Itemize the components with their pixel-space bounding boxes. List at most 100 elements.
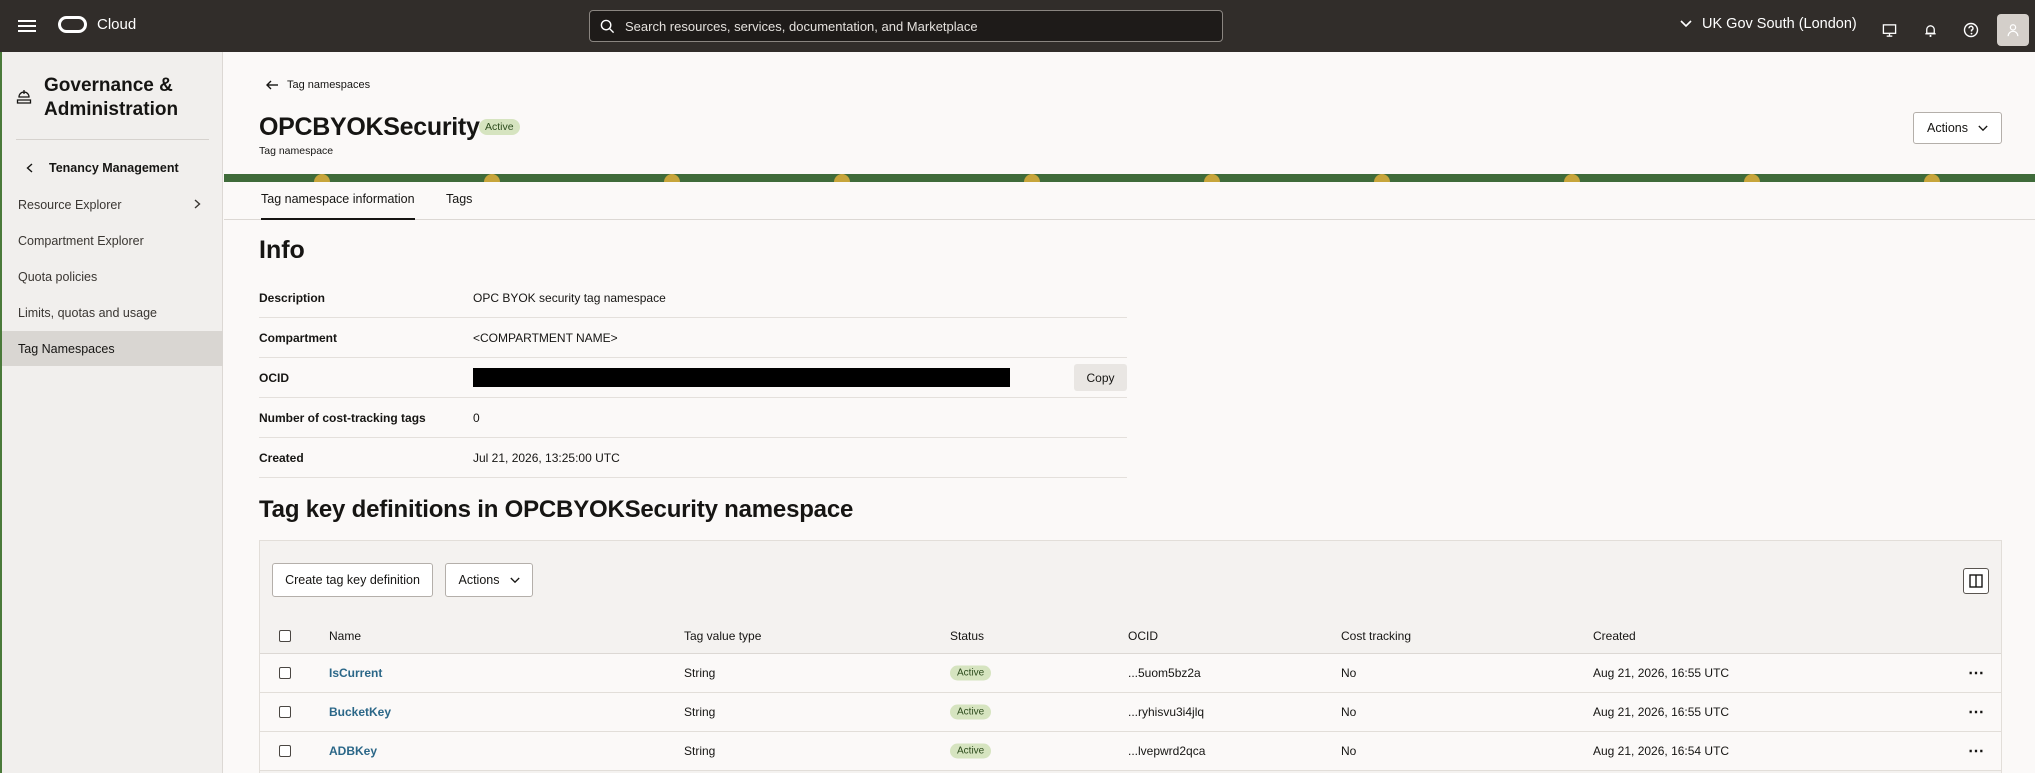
page-title: OPCBYOKSecurity (259, 113, 480, 141)
info-label: Created (259, 450, 304, 465)
info-value: Jul 21, 2026, 13:25:00 UTC (473, 450, 620, 465)
table-actions-button[interactable]: Actions (445, 563, 533, 597)
sidebar-item-label: Compartment Explorer (18, 233, 144, 248)
menu-icon[interactable] (18, 17, 36, 35)
row-checkbox[interactable] (279, 745, 291, 757)
sidebar: Governance & Administration Tenancy Mana… (0, 52, 223, 773)
sidebar-item-label: Limits, quotas and usage (18, 305, 157, 320)
cost-tracking-value: No (1341, 666, 1357, 680)
row-actions-icon[interactable]: ⋯ (1968, 663, 1985, 683)
chevron-right-icon (194, 199, 201, 209)
top-bar: Cloud UK Gov South (London) (0, 0, 2035, 52)
info-value: 0 (473, 410, 480, 425)
page-subtitle: Tag namespace (259, 145, 334, 157)
tag-key-name-link[interactable]: BucketKey (329, 705, 391, 719)
info-label: Compartment (259, 330, 338, 345)
tag-keys-title: Tag key definitions in OPCBYOKSecurity n… (259, 496, 854, 523)
tag-value-type: String (684, 666, 716, 680)
select-all-checkbox[interactable] (279, 630, 291, 642)
region-label: UK Gov South (London) (1702, 16, 1857, 32)
search-bar[interactable] (589, 10, 1223, 42)
row-actions-icon[interactable]: ⋯ (1968, 741, 1985, 761)
created-value: Aug 21, 2026, 16:54 UTC (1593, 744, 1730, 758)
tab-bar: Tag namespace information Tags (224, 182, 2035, 220)
status-badge: Active (950, 665, 992, 681)
sidebar-item-resource-explorer[interactable]: Resource Explorer (2, 187, 223, 222)
column-header-created[interactable]: Created (1593, 629, 1636, 643)
tag-value-type: String (684, 744, 716, 758)
cost-tracking-value: No (1341, 744, 1357, 758)
ocid-value: ...5uom5bz2a (1128, 666, 1201, 680)
sidebar-header: Governance & Administration (16, 74, 204, 122)
info-value: OPC BYOK security tag namespace (473, 290, 666, 305)
user-avatar-icon[interactable] (1997, 14, 2029, 46)
help-icon[interactable] (1960, 19, 1982, 41)
sidebar-item-limits-quotas[interactable]: Limits, quotas and usage (2, 295, 223, 330)
notifications-icon[interactable] (1919, 19, 1941, 41)
table-row: IsCurrent String Active ...5uom5bz2a No … (260, 654, 2001, 693)
brand-logo[interactable]: Cloud (58, 16, 136, 33)
sidebar-divider (16, 139, 209, 140)
main-content: Tag namespaces OPCBYOKSecurity Active Ta… (224, 52, 2035, 773)
info-row-created: Created Jul 21, 2026, 13:25:00 UTC (259, 438, 1127, 478)
row-checkbox[interactable] (279, 667, 291, 679)
table-header: Name Tag value type Status OCID Cost tra… (260, 619, 2001, 654)
chevron-down-icon (1680, 20, 1692, 28)
chevron-down-icon (509, 577, 520, 583)
columns-icon (1969, 574, 1983, 588)
info-label: Number of cost-tracking tags (259, 410, 426, 425)
column-header-status[interactable]: Status (950, 629, 984, 643)
info-title: Info (259, 236, 305, 264)
info-value: <COMPARTMENT NAME> (473, 330, 618, 345)
status-badge: Active (479, 119, 520, 135)
column-header-cost-tracking[interactable]: Cost tracking (1341, 629, 1411, 643)
status-badge: Active (950, 704, 992, 720)
tag-value-type: String (684, 705, 716, 719)
top-icons (1878, 14, 2029, 46)
info-label: Description (259, 290, 326, 305)
governance-icon (16, 90, 32, 104)
sidebar-item-label: Quota policies (18, 269, 98, 284)
actions-button[interactable]: Actions (1913, 112, 2002, 144)
table-row: ADBKey String Active ...lvepwrd2qca No A… (260, 732, 2001, 771)
sidebar-item-tag-namespaces[interactable]: Tag Namespaces (2, 331, 223, 366)
chevron-left-icon (26, 163, 33, 173)
tab-tag-namespace-information[interactable]: Tag namespace information (261, 192, 415, 220)
info-section: Info (259, 236, 305, 265)
ocid-value: ...ryhisvu3i4jlq (1128, 705, 1205, 719)
sidebar-item-label: Resource Explorer (18, 197, 122, 212)
tenancy-management-back[interactable]: Tenancy Management (26, 161, 179, 175)
copy-button[interactable]: Copy (1074, 364, 1127, 391)
ocid-value: ...lvepwrd2qca (1128, 744, 1206, 758)
decorative-banner (224, 174, 2035, 182)
breadcrumb-label: Tag namespaces (287, 79, 371, 91)
search-icon (600, 19, 615, 33)
row-checkbox[interactable] (279, 706, 291, 718)
manage-columns-button[interactable] (1963, 568, 1989, 594)
search-input[interactable] (625, 18, 1185, 34)
tab-tags[interactable]: Tags (446, 192, 472, 220)
create-tag-key-button[interactable]: Create tag key definition (272, 563, 433, 597)
breadcrumb[interactable]: Tag namespaces (266, 79, 370, 91)
created-value: Aug 21, 2026, 16:55 UTC (1593, 705, 1730, 719)
region-selector[interactable]: UK Gov South (London) (1680, 16, 1857, 32)
created-value: Aug 21, 2026, 16:55 UTC (1593, 666, 1730, 680)
column-header-ocid[interactable]: OCID (1128, 629, 1158, 643)
tag-key-name-link[interactable]: ADBKey (329, 744, 377, 758)
cloud-shell-icon[interactable] (1878, 19, 1900, 41)
sidebar-item-label: Tag Namespaces (18, 341, 115, 356)
tag-key-name-link[interactable]: IsCurrent (329, 666, 382, 680)
row-actions-icon[interactable]: ⋯ (1968, 702, 1985, 722)
status-badge: Active (950, 743, 992, 759)
column-header-name[interactable]: Name (329, 629, 361, 643)
redacted-ocid (473, 368, 1010, 387)
sidebar-item-quota-policies[interactable]: Quota policies (2, 259, 223, 294)
tag-keys-table: Create tag key definition Actions Name T… (259, 540, 2002, 773)
info-row-ocid: OCID Copy (259, 358, 1127, 398)
sidebar-title: Governance & Administration (44, 75, 179, 120)
column-header-type[interactable]: Tag value type (684, 629, 761, 643)
brand-name: Cloud (97, 16, 137, 33)
actions-label: Actions (1927, 121, 1968, 135)
sidebar-item-compartment-explorer[interactable]: Compartment Explorer (2, 223, 223, 258)
info-row-description: Description OPC BYOK security tag namesp… (259, 278, 1127, 318)
